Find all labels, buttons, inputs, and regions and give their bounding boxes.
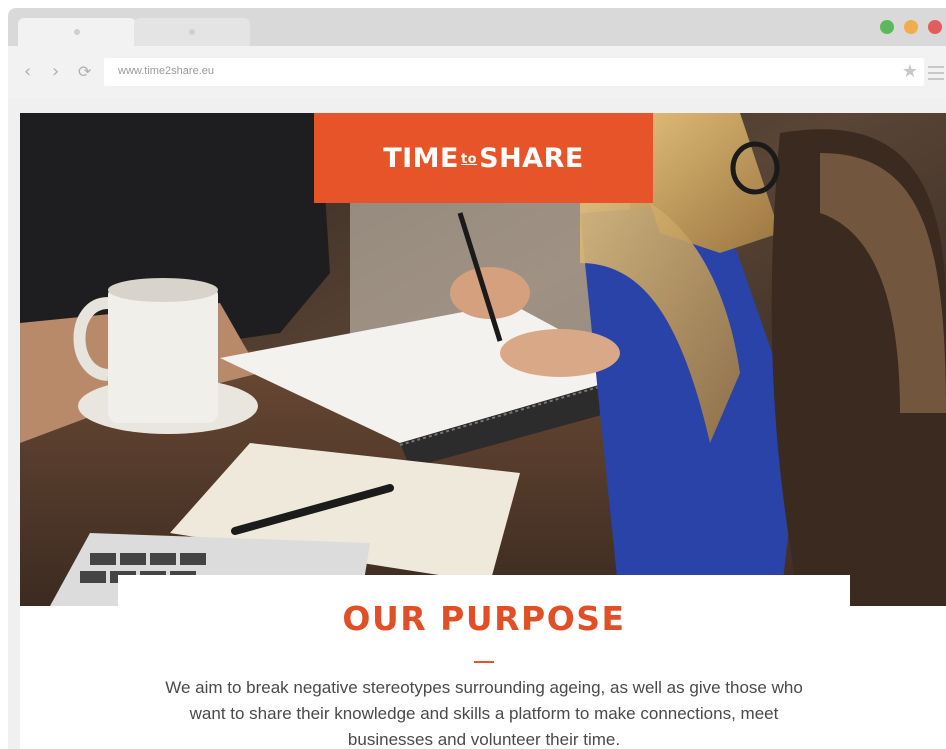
logo-part-time: TIME: [383, 142, 459, 174]
logo-text: TIME to SHARE: [383, 143, 584, 174]
url-text: www.time2share.eu: [118, 65, 214, 77]
address-bar[interactable]: www.time2share.eu ★: [104, 58, 924, 86]
logo-part-share: SHARE: [479, 142, 584, 174]
star-icon[interactable]: ★: [902, 61, 918, 82]
tab-active[interactable]: [18, 18, 136, 46]
chevron-right-icon[interactable]: ›: [52, 62, 59, 82]
tab-inactive[interactable]: [134, 18, 250, 46]
reload-icon[interactable]: ⟳: [78, 62, 91, 82]
purpose-section: OUR PURPOSE We aim to break negative ste…: [118, 575, 850, 749]
close-button[interactable]: [928, 20, 942, 34]
logo-part-to: to: [460, 151, 478, 167]
minimize-button[interactable]: [904, 20, 918, 34]
hamburger-menu-icon[interactable]: [928, 66, 944, 80]
maximize-button[interactable]: [880, 20, 894, 34]
purpose-divider: [474, 661, 494, 663]
chevron-left-icon[interactable]: ‹: [24, 62, 31, 82]
purpose-title: OUR PURPOSE: [342, 599, 626, 638]
site-logo[interactable]: TIME to SHARE: [314, 113, 653, 203]
tab-favicon-icon: [74, 29, 80, 35]
purpose-text: We aim to break negative stereotypes sur…: [165, 678, 803, 749]
page-viewport: TIME to SHARE OUR PURPOSE We aim to brea…: [20, 113, 946, 749]
tab-bar: [8, 8, 946, 46]
browser-toolbar: ‹ › ⟳ www.time2share.eu ★: [8, 46, 946, 98]
tab-favicon-icon: [189, 29, 195, 35]
browser-window: ‹ › ⟳ www.time2share.eu ★ TIME to SHARE …: [8, 8, 946, 749]
